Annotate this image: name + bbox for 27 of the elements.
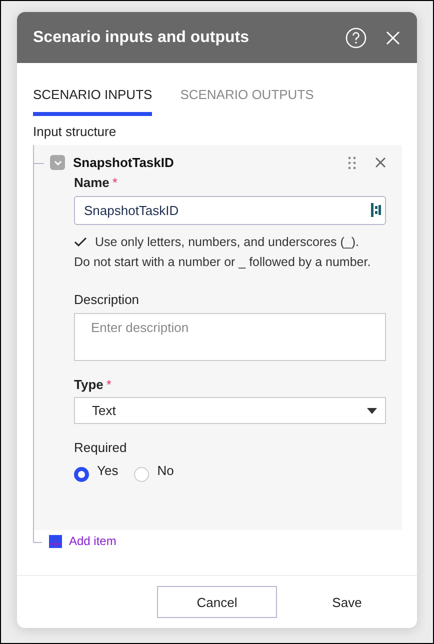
item-title: SnapshotTaskID <box>73 155 175 170</box>
radio-icon[interactable] <box>74 467 89 482</box>
tab[interactable]: SCENARIO INPUTS <box>33 87 152 116</box>
field-label: Type <box>74 377 104 392</box>
cancel-button[interactable]: Cancel <box>157 586 277 618</box>
hint-text: Use only letters, numbers, and underscores (_). Do not start with a number or _ followed by a number. <box>74 235 371 268</box>
name-field[interactable]: SnapshotTaskID <box>74 196 386 225</box>
radio-option[interactable]: Yes <box>74 463 118 482</box>
field-label: Required <box>74 440 128 455</box>
required-mark: * <box>106 377 112 392</box>
caret-icon <box>367 408 377 414</box>
description-field[interactable]: Enter description <box>74 313 386 361</box>
field-label: Name <box>74 175 110 190</box>
tab[interactable]: SCENARIO OUTPUTS <box>180 87 314 116</box>
dialog-title: Scenario inputs and outputs <box>33 28 250 46</box>
add-item-link[interactable]: Add item <box>69 534 116 548</box>
field-label: Description <box>74 292 140 307</box>
add-icon[interactable] <box>49 534 62 548</box>
required-mark: * <box>112 175 118 190</box>
section-label: Input structure <box>33 124 118 139</box>
drag-handle-icon[interactable] <box>347 156 357 170</box>
brand-icon <box>371 202 381 218</box>
close-icon[interactable] <box>385 30 401 46</box>
remove-icon[interactable] <box>375 157 386 168</box>
help-icon[interactable] <box>345 26 367 48</box>
radio-option[interactable]: No <box>134 463 174 482</box>
type-dropdown[interactable]: Text <box>74 397 386 424</box>
